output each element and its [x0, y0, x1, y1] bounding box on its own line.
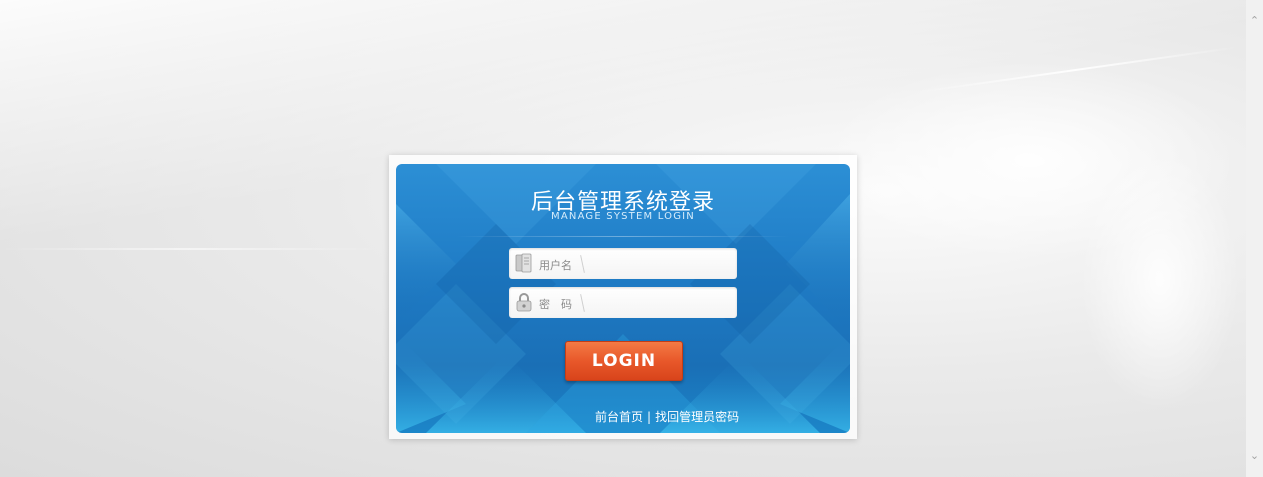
field-separator: [580, 294, 585, 312]
background-glow: [1080, 150, 1240, 410]
chevron-down-icon[interactable]: ⌄: [1246, 447, 1263, 464]
chevron-up-icon[interactable]: ⌃: [1246, 12, 1263, 29]
page-subtitle: MANAGE SYSTEM LOGIN: [551, 211, 695, 222]
login-page: ⌃ ⌄ 后台管理系统登录 MANAGE SYSTEM LOGIN 用户名 密 码…: [0, 0, 1263, 477]
password-field[interactable]: 密 码: [509, 287, 737, 318]
field-separator: [580, 255, 585, 273]
footer-separator: |: [647, 410, 652, 424]
login-button[interactable]: LOGIN: [565, 341, 683, 381]
title-divider: [456, 236, 790, 237]
username-input[interactable]: [589, 253, 733, 275]
login-panel: 后台管理系统登录 MANAGE SYSTEM LOGIN 用户名 密 码 LOG…: [396, 164, 850, 433]
footer-links: 前台首页 | 找回管理员密码: [595, 408, 739, 425]
password-input[interactable]: [589, 292, 733, 314]
password-label: 密 码: [539, 298, 572, 311]
recover-password-link[interactable]: 找回管理员密码: [655, 410, 739, 424]
lock-icon: [516, 293, 532, 312]
username-field[interactable]: 用户名: [509, 248, 737, 279]
username-label: 用户名: [539, 259, 572, 272]
vertical-scrollbar[interactable]: ⌃ ⌄: [1246, 0, 1263, 477]
user-card-icon: [515, 253, 532, 273]
home-link[interactable]: 前台首页: [595, 410, 643, 424]
background-light-streak: [0, 248, 380, 250]
